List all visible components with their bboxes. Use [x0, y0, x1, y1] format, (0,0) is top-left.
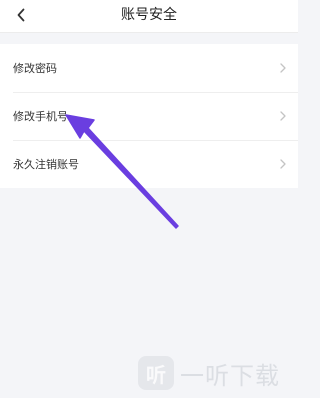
watermark-logo: 听 一听下载	[138, 354, 294, 392]
chevron-right-icon	[278, 110, 288, 122]
page-title: 账号安全	[121, 7, 177, 23]
watermark-text: 一听下载	[180, 361, 280, 390]
change-password-item[interactable]: 修改密码	[0, 44, 298, 92]
watermark-badge: 听	[138, 356, 174, 390]
top-bar: 账号安全	[0, 0, 298, 33]
delete-account-item[interactable]: 永久注销账号	[0, 140, 298, 188]
delete-account-label: 永久注销账号	[13, 158, 79, 171]
change-password-label: 修改密码	[13, 62, 57, 75]
settings-list: 修改密码 修改手机号 永久注销账号	[0, 44, 298, 188]
change-phone-item[interactable]: 修改手机号	[0, 92, 298, 140]
chevron-right-icon	[278, 62, 288, 74]
change-phone-label: 修改手机号	[13, 110, 68, 123]
chevron-right-icon	[278, 158, 288, 170]
